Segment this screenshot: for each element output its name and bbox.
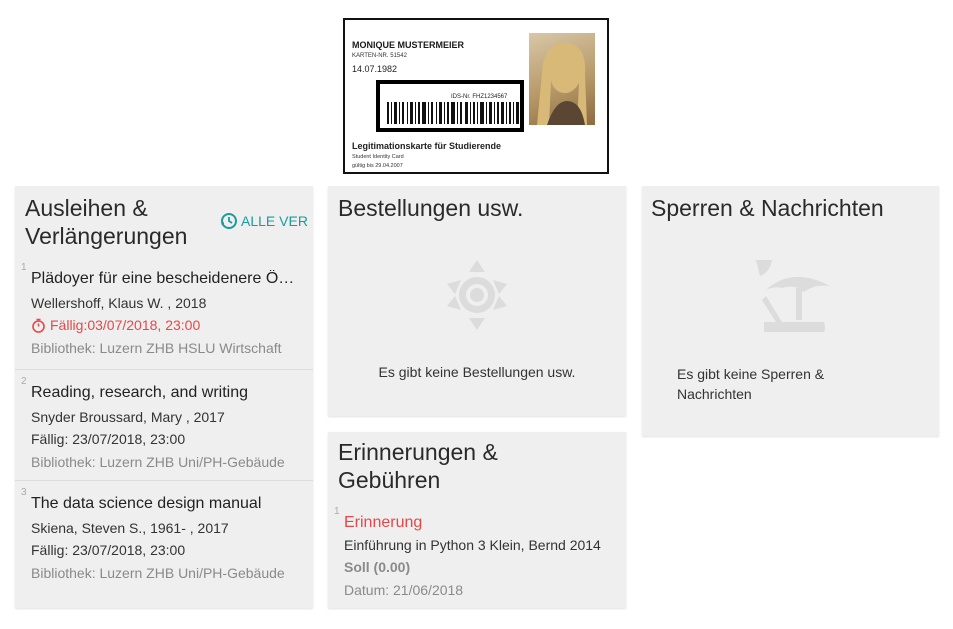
requests-card: Bestellungen usw. Es gibt keine Bestellu… (328, 186, 626, 416)
ids-number: IDS-Nr. FHZ1234567 (451, 94, 508, 100)
loans-title: Ausleihen & Verlängerungen (25, 195, 188, 249)
blocks-card: Sperren & Nachrichten Es gibt keine Sper… (642, 186, 939, 436)
date-of-birth: 14.07.1982 (352, 64, 398, 74)
divider (15, 480, 313, 481)
divider (15, 369, 313, 370)
stopwatch-icon (32, 318, 45, 333)
sun-icon (447, 260, 507, 330)
loan-due-text: Fällig:03/07/2018, 23:00 (50, 317, 201, 333)
loan-library: Bibliothek: Luzern ZHB HSLU Wirtschaft (31, 340, 282, 356)
loan-due-date: Fällig: 23/07/2018, 23:00 (31, 431, 186, 447)
loan-author: Snyder Broussard, Mary , 2017 (31, 409, 225, 425)
loan-title[interactable]: The data science design manual (31, 495, 303, 513)
loan-library: Bibliothek: Luzern ZHB Uni/PH-Gebäude (31, 454, 285, 470)
student-id-card: MONIQUE MUSTERMEIER KARTEN-NR. 51542 14.… (343, 18, 609, 174)
card-number: KARTEN-NR. 51542 (352, 53, 407, 59)
requests-title: Bestellungen usw. (338, 195, 524, 221)
card-type: Legitimationskarte für Studierende (352, 141, 502, 151)
loan-title[interactable]: Reading, research, and writing (31, 384, 303, 402)
renew-all-label: ALLE VER (241, 213, 308, 229)
loan-number: 2 (21, 376, 27, 387)
loan-due-date: Fällig:03/07/2018, 23:00 (31, 317, 200, 333)
card-validity: gültig bis 29.04.2007 (352, 163, 403, 169)
blocks-empty-message: Es gibt keine Sperren & Nachrichten (677, 366, 825, 402)
loan-library: Bibliothek: Luzern ZHB Uni/PH-Gebäude (31, 565, 285, 581)
loan-number: 1 (21, 262, 27, 273)
loan-number: 3 (21, 487, 27, 498)
loan-author: Skiena, Steven S., 1961- , 2017 (31, 520, 229, 536)
fine-number: 1 (334, 506, 340, 517)
blocks-title: Sperren & Nachrichten (651, 195, 884, 221)
beach-umbrella-icon (756, 260, 830, 332)
fine-description: Einführung in Python 3 Klein, Bernd 2014 (344, 537, 601, 553)
fines-card: Erinnerungen & Gebühren 1 Erinnerung Ein… (328, 432, 626, 608)
loan-item[interactable]: 1 Plädoyer für eine bescheidenere Ö… Wel… (15, 262, 313, 372)
loan-item[interactable]: 3 The data science design manual Skiena,… (15, 487, 313, 597)
loan-item[interactable]: 2 Reading, research, and writing Snyder … (15, 376, 313, 486)
card-subtitle: Student Identity Card (352, 154, 404, 160)
loans-card: Ausleihen & Verlängerungen ALLE VER 1 Pl… (15, 186, 313, 608)
renew-all-button[interactable]: ALLE VER (220, 212, 308, 230)
loan-title[interactable]: Plädoyer für eine bescheidenere Ö… (31, 270, 303, 288)
fines-title: Erinnerungen & Gebühren (338, 439, 498, 493)
loan-due-date: Fällig: 23/07/2018, 23:00 (31, 542, 186, 558)
fine-amount: Soll (0.00) (344, 559, 411, 575)
barcode-image (387, 102, 519, 124)
fine-type[interactable]: Erinnerung (344, 514, 422, 532)
fine-date: Datum: 21/06/2018 (344, 582, 464, 598)
requests-empty-message: Es gibt keine Bestellungen usw. (378, 364, 576, 380)
card-holder-name: MONIQUE MUSTERMEIER (352, 40, 465, 50)
card-photo (529, 33, 595, 126)
renew-clock-icon (221, 213, 237, 229)
loan-author: Wellershoff, Klaus W. , 2018 (31, 295, 207, 311)
